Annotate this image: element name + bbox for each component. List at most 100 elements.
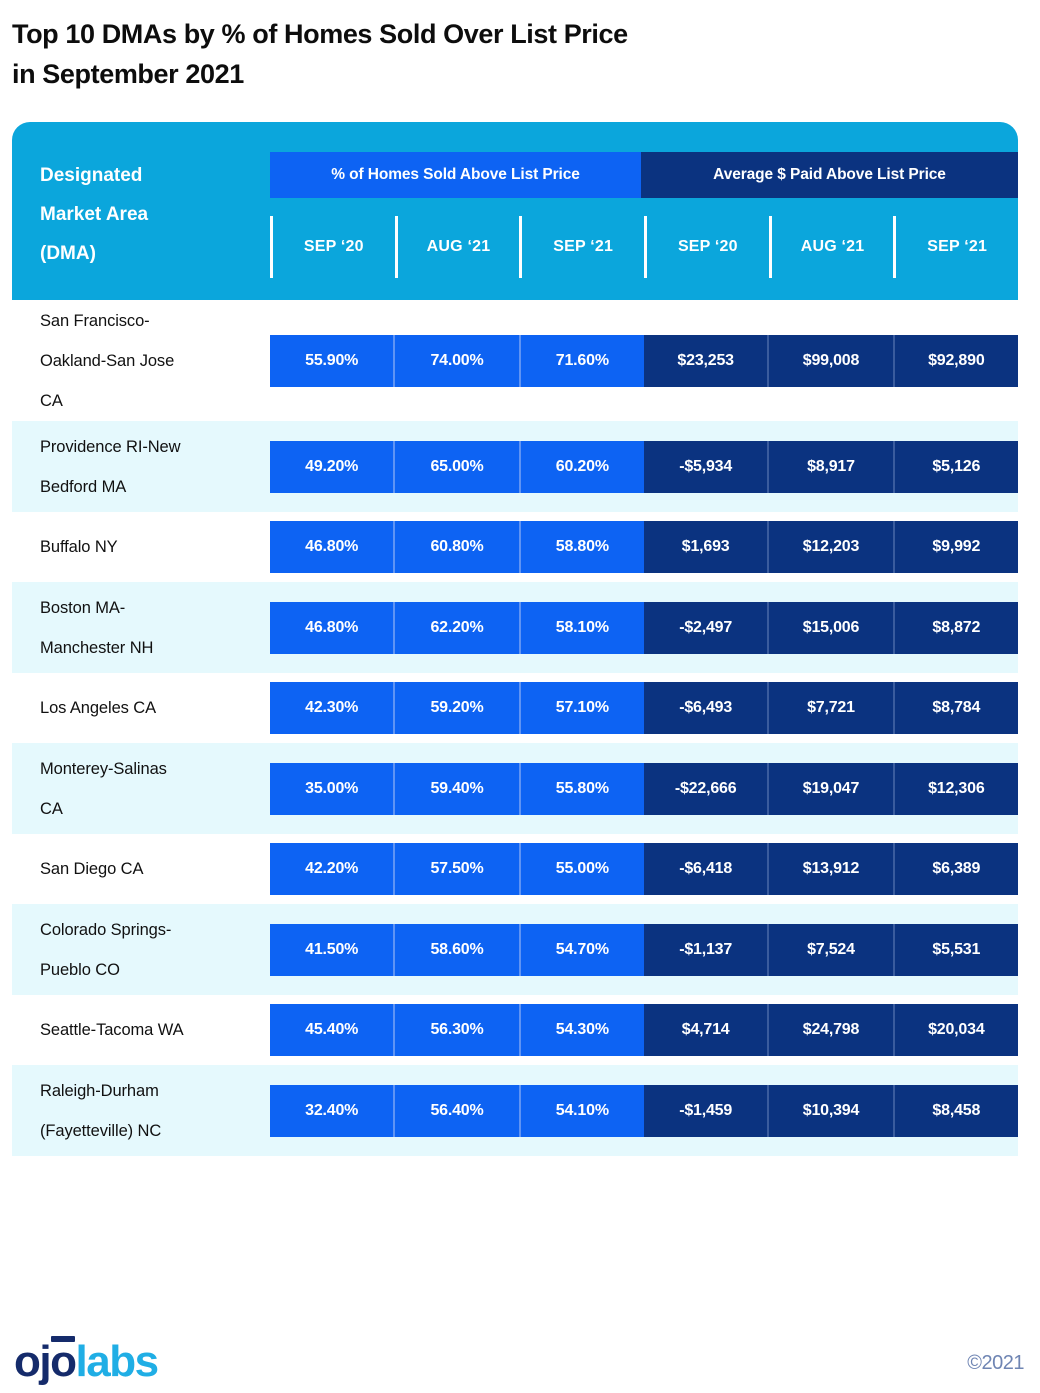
cell-pct-sep21: 71.60%: [518, 334, 644, 387]
cell-avg-aug21: $19,047: [767, 762, 893, 815]
dma-name-line: San Francisco-: [40, 311, 150, 330]
column-header-pct-sep20: SEP ‘20: [270, 216, 395, 278]
dma-name-line: CA: [40, 799, 63, 818]
dma-name-line: Monterey-Salinas: [40, 759, 167, 778]
dma-name-line: Bedford MA: [40, 477, 127, 496]
cell-avg-aug21: $7,524: [767, 923, 893, 976]
column-header-pct-aug21: AUG ‘21: [394, 216, 520, 278]
cell-pct-aug21: 56.40%: [393, 1084, 519, 1137]
dma-name-line: Buffalo NY: [40, 538, 118, 556]
table-header: Designated Market Area (DMA) % of Homes …: [12, 122, 1018, 300]
cell-avg-sep20: -$5,934: [643, 440, 768, 493]
row-header-label-line-3: (DMA): [40, 243, 96, 264]
cell-pct-sep20: 46.80%: [270, 601, 394, 654]
cell-avg-sep20: $23,253: [643, 334, 768, 387]
cell-pct-sep21: 58.10%: [518, 601, 644, 654]
dma-table: Designated Market Area (DMA) % of Homes …: [12, 122, 1018, 1156]
cell-pct-sep20: 42.30%: [270, 682, 394, 734]
dma-name-line: Los Angeles CA: [40, 699, 157, 717]
value-cells: 46.80% 60.80% 58.80% $1,693 $12,203 $9,992: [270, 521, 1018, 573]
column-header-avg-sep20: SEP ‘20: [644, 216, 769, 278]
cell-pct-sep21: 54.70%: [518, 923, 644, 976]
cell-avg-sep21: $5,531: [892, 923, 1018, 976]
column-headers: SEP ‘20 AUG ‘21 SEP ‘21 SEP ‘20 AUG ‘21 …: [270, 216, 1018, 278]
cell-pct-sep21: 54.30%: [518, 1004, 644, 1056]
value-cells: 46.80% 62.20% 58.10% -$2,497 $15,006 $8,872: [270, 601, 1018, 654]
group-header-pct: % of Homes Sold Above List Price: [270, 152, 641, 198]
cell-avg-sep20: -$2,497: [643, 601, 768, 654]
page-title-line-2: in September 2021: [12, 59, 244, 89]
table-row: Colorado Springs- Pueblo CO 41.50% 58.60% 54…: [12, 904, 1018, 995]
dma-name-line: Pueblo CO: [40, 960, 120, 979]
table-row: San Diego CA 42.20% 57.50% 55.00% -$6,418 $13…: [12, 834, 1018, 904]
dma-name-cell: Colorado Springs- Pueblo CO: [12, 910, 270, 990]
dma-name-cell: San Francisco- Oakland-San Jose CA: [12, 301, 270, 421]
logo-o1: o: [14, 1337, 41, 1386]
cell-pct-sep20: 45.40%: [270, 1004, 394, 1056]
table-row: Seattle-Tacoma WA 45.40% 56.30% 54.30% $4,71…: [12, 995, 1018, 1065]
dma-name-line: Seattle-Tacoma WA: [40, 1021, 184, 1039]
cell-pct-sep21: 55.80%: [518, 762, 644, 815]
dma-name-cell: Monterey-Salinas CA: [12, 749, 270, 829]
ojolabs-logo: ojolabs: [14, 1336, 160, 1386]
dma-name-line: CA: [40, 391, 63, 410]
cell-pct-aug21: 59.20%: [393, 682, 519, 734]
cell-avg-sep20: $1,693: [643, 521, 768, 573]
cell-avg-aug21: $8,917: [767, 440, 893, 493]
cell-avg-sep20: -$6,493: [643, 682, 768, 734]
dma-name-cell: Buffalo NY: [12, 527, 270, 567]
cell-pct-sep21: 60.20%: [518, 440, 644, 493]
table-row: Los Angeles CA 42.30% 59.20% 57.10% -$6,493 $…: [12, 673, 1018, 743]
cell-pct-aug21: 65.00%: [393, 440, 519, 493]
dma-name-line: Providence RI-New: [40, 437, 181, 456]
logo-labs: labs: [75, 1337, 160, 1386]
dma-name-cell: Los Angeles CA: [12, 688, 270, 728]
page-title-line-1: Top 10 DMAs by % of Homes Sold Over List…: [12, 19, 628, 49]
table-row: Buffalo NY 46.80% 60.80% 58.80% $1,693 $12,20…: [12, 512, 1018, 582]
dma-name-cell: Providence RI-New Bedford MA: [12, 427, 270, 507]
cell-avg-sep21: $92,890: [892, 334, 1018, 387]
cell-pct-sep20: 49.20%: [270, 440, 394, 493]
dma-name-line: Oakland-San Jose: [40, 351, 175, 370]
row-header-label-line-1: Designated: [40, 165, 143, 186]
cell-avg-sep21: $8,872: [892, 601, 1018, 654]
cell-pct-aug21: 58.60%: [393, 923, 519, 976]
table-row: Raleigh-Durham (Fayetteville) NC 32.40% 56.…: [12, 1065, 1018, 1156]
dma-name-line: Manchester NH: [40, 638, 154, 657]
cell-pct-aug21: 62.20%: [393, 601, 519, 654]
cell-avg-aug21: $7,721: [767, 682, 893, 734]
page-title: Top 10 DMAs by % of Homes Sold Over List…: [0, 0, 1040, 94]
cell-avg-sep21: $5,126: [892, 440, 1018, 493]
cell-pct-sep20: 35.00%: [270, 762, 394, 815]
row-header-label: Designated Market Area (DMA): [40, 156, 255, 273]
dma-name-cell: Boston MA- Manchester NH: [12, 588, 270, 668]
cell-avg-sep21: $8,784: [892, 682, 1018, 734]
copyright-text: ©2021: [967, 1352, 1024, 1374]
value-cells: 41.50% 58.60% 54.70% -$1,137 $7,524 $5,531: [270, 923, 1018, 976]
value-cells: 49.20% 65.00% 60.20% -$5,934 $8,917 $5,126: [270, 440, 1018, 493]
cell-avg-aug21: $12,203: [767, 521, 893, 573]
cell-avg-sep21: $6,389: [892, 843, 1018, 895]
column-header-avg-aug21: AUG ‘21: [768, 216, 894, 278]
dma-name-line: Colorado Springs-: [40, 920, 172, 939]
cell-pct-aug21: 56.30%: [393, 1004, 519, 1056]
value-cells: 45.40% 56.30% 54.30% $4,714 $24,798 $20,034: [270, 1004, 1018, 1056]
dma-name-line: Boston MA-: [40, 598, 126, 617]
logo-j: j: [39, 1337, 51, 1386]
cell-pct-sep20: 55.90%: [270, 334, 394, 387]
cell-avg-sep20: -$22,666: [643, 762, 768, 815]
cell-avg-aug21: $13,912: [767, 843, 893, 895]
footer: ojolabs ©2021: [0, 1330, 1040, 1393]
cell-pct-sep20: 41.50%: [270, 923, 394, 976]
dma-name-cell: Raleigh-Durham (Fayetteville) NC: [12, 1071, 270, 1151]
cell-avg-aug21: $99,008: [767, 334, 893, 387]
cell-avg-sep20: $4,714: [643, 1004, 768, 1056]
table-row: Providence RI-New Bedford MA 49.20% 65.00% 6…: [12, 421, 1018, 512]
column-header-pct-sep21: SEP ‘21: [519, 216, 644, 278]
dma-name-line: San Diego CA: [40, 860, 144, 878]
cell-pct-sep21: 57.10%: [518, 682, 644, 734]
table-row: San Francisco- Oakland-San Jose CA 55.90% 74…: [12, 300, 1018, 421]
cell-avg-sep20: -$1,459: [643, 1084, 768, 1137]
cell-pct-sep21: 58.80%: [518, 521, 644, 573]
column-header-avg-sep21: SEP ‘21: [893, 216, 1018, 278]
